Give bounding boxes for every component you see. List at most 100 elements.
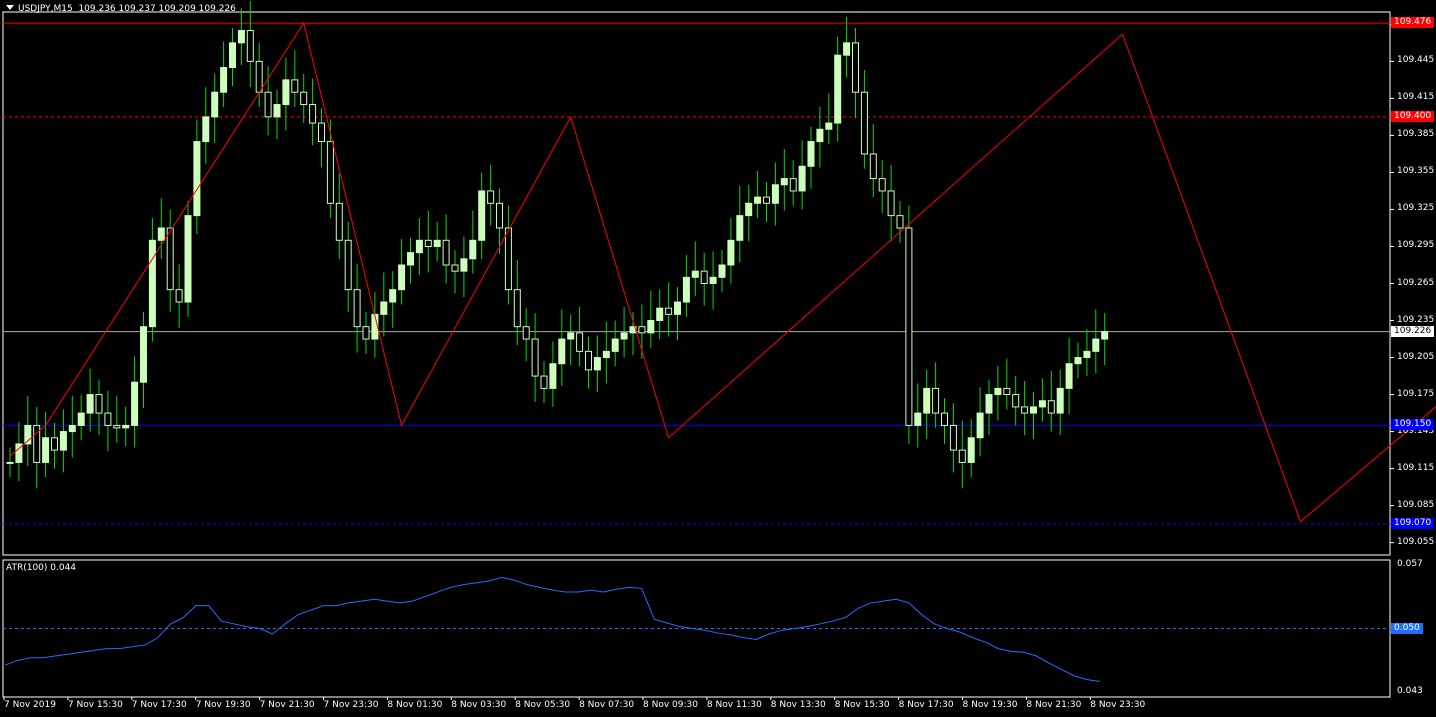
candle-body [976, 412, 984, 439]
main-frame [2, 11, 1391, 556]
candle-body [771, 184, 779, 204]
candle-body [843, 42, 851, 56]
candle-body [504, 227, 512, 291]
candle-body [51, 437, 58, 451]
atr-tick-label: 0.057 [1397, 558, 1423, 569]
symbol-label: USDJPY,M15 [18, 4, 73, 14]
candle-body [344, 239, 352, 291]
price-tick-label: 109.325 [1397, 203, 1435, 214]
candle-body [407, 252, 414, 266]
quote-values: 109.236 109.237 109.209 109.226 [78, 4, 236, 14]
candle-body [1030, 406, 1037, 414]
candle-body [478, 190, 486, 241]
candle-body [763, 196, 770, 204]
candle-body [1092, 338, 1100, 352]
candle-body [211, 91, 219, 118]
time-label: 8 Nov 23:30 [1090, 700, 1146, 710]
candle-body [807, 141, 815, 167]
candle-body [300, 91, 308, 106]
candle-body [42, 437, 50, 463]
candle-body [166, 227, 174, 291]
candle-body [237, 30, 245, 44]
candle-body [1012, 394, 1020, 408]
candle-body [798, 165, 806, 192]
chart-canvas[interactable] [0, 0, 1436, 717]
candle-body [958, 449, 966, 463]
candle-body [540, 375, 548, 389]
candle-body [282, 79, 290, 106]
candle-body [371, 313, 379, 340]
candle-body [1021, 406, 1029, 414]
price-tick-label: 109.385 [1397, 129, 1435, 140]
atr-line [4, 576, 1101, 682]
candle-body [1003, 387, 1011, 396]
candle-body [593, 357, 601, 371]
candle-body [834, 54, 842, 124]
candle-body [131, 381, 139, 426]
price-tick-label: 109.085 [1397, 499, 1435, 510]
price-tick-label: 109.355 [1397, 166, 1435, 177]
price-tick-label: 109.235 [1397, 314, 1435, 325]
candle-body [745, 202, 753, 217]
candle-body [585, 350, 592, 371]
price-tag: 109.226 [1391, 325, 1435, 337]
candle-body [860, 91, 868, 155]
collapse-triangle-icon[interactable] [6, 5, 14, 10]
time-label: 7 Nov 17:30 [131, 700, 187, 710]
candle-body [665, 307, 673, 315]
candle-body [1065, 363, 1073, 389]
candle-body [923, 387, 931, 414]
indicator-label: ATR(100) 0.044 [6, 563, 77, 573]
candle-body [1047, 400, 1055, 414]
candle-body [611, 338, 619, 352]
time-label: 8 Nov 03:30 [451, 700, 507, 710]
time-label: 8 Nov 09:30 [643, 700, 698, 710]
candle-body [246, 30, 254, 62]
price-tag: 109.476 [1391, 17, 1435, 29]
candle-body [513, 289, 521, 328]
candle-body [193, 141, 201, 217]
candle-body [567, 332, 575, 340]
candle-body [967, 437, 975, 463]
candle-body [691, 270, 699, 278]
candle-body [852, 42, 859, 93]
candle-body [878, 178, 886, 192]
candle-body [896, 215, 904, 229]
candle-body [59, 431, 67, 451]
candle-body [95, 394, 103, 414]
candle-body [558, 338, 566, 365]
candle-body [1074, 357, 1082, 365]
candle-body [202, 116, 210, 143]
price-tick-label: 109.205 [1397, 351, 1435, 362]
candle-body [335, 202, 343, 241]
candle-body [531, 338, 539, 377]
candle-body [487, 190, 495, 204]
candle-body [887, 190, 895, 217]
candle-body [140, 326, 147, 383]
candle-body [68, 424, 76, 433]
candle-body [905, 227, 913, 426]
time-label: 8 Nov 19:30 [962, 700, 1018, 710]
candle-body [77, 412, 85, 426]
candle-body [353, 289, 361, 328]
time-label: 8 Nov 13:30 [770, 700, 826, 710]
candle-body [994, 387, 1002, 396]
candle-body [638, 326, 646, 334]
price-tick-label: 109.295 [1397, 240, 1435, 251]
time-label: 8 Nov 17:30 [898, 700, 954, 710]
time-label: 7 Nov 2019 [4, 700, 56, 710]
candle-body [255, 60, 263, 93]
candle-body [825, 122, 833, 130]
candle-body [380, 301, 388, 315]
candle-body [175, 289, 183, 303]
candle-body [674, 301, 681, 315]
candle-body [318, 122, 325, 143]
candle-body [914, 412, 922, 426]
candle-body [620, 332, 628, 340]
candle-body [754, 196, 762, 204]
time-label: 8 Nov 15:30 [834, 700, 890, 710]
time-label: 8 Nov 07:30 [579, 700, 635, 710]
candle-body [656, 307, 664, 322]
candle-body [647, 320, 655, 334]
candle-body [6, 461, 14, 464]
